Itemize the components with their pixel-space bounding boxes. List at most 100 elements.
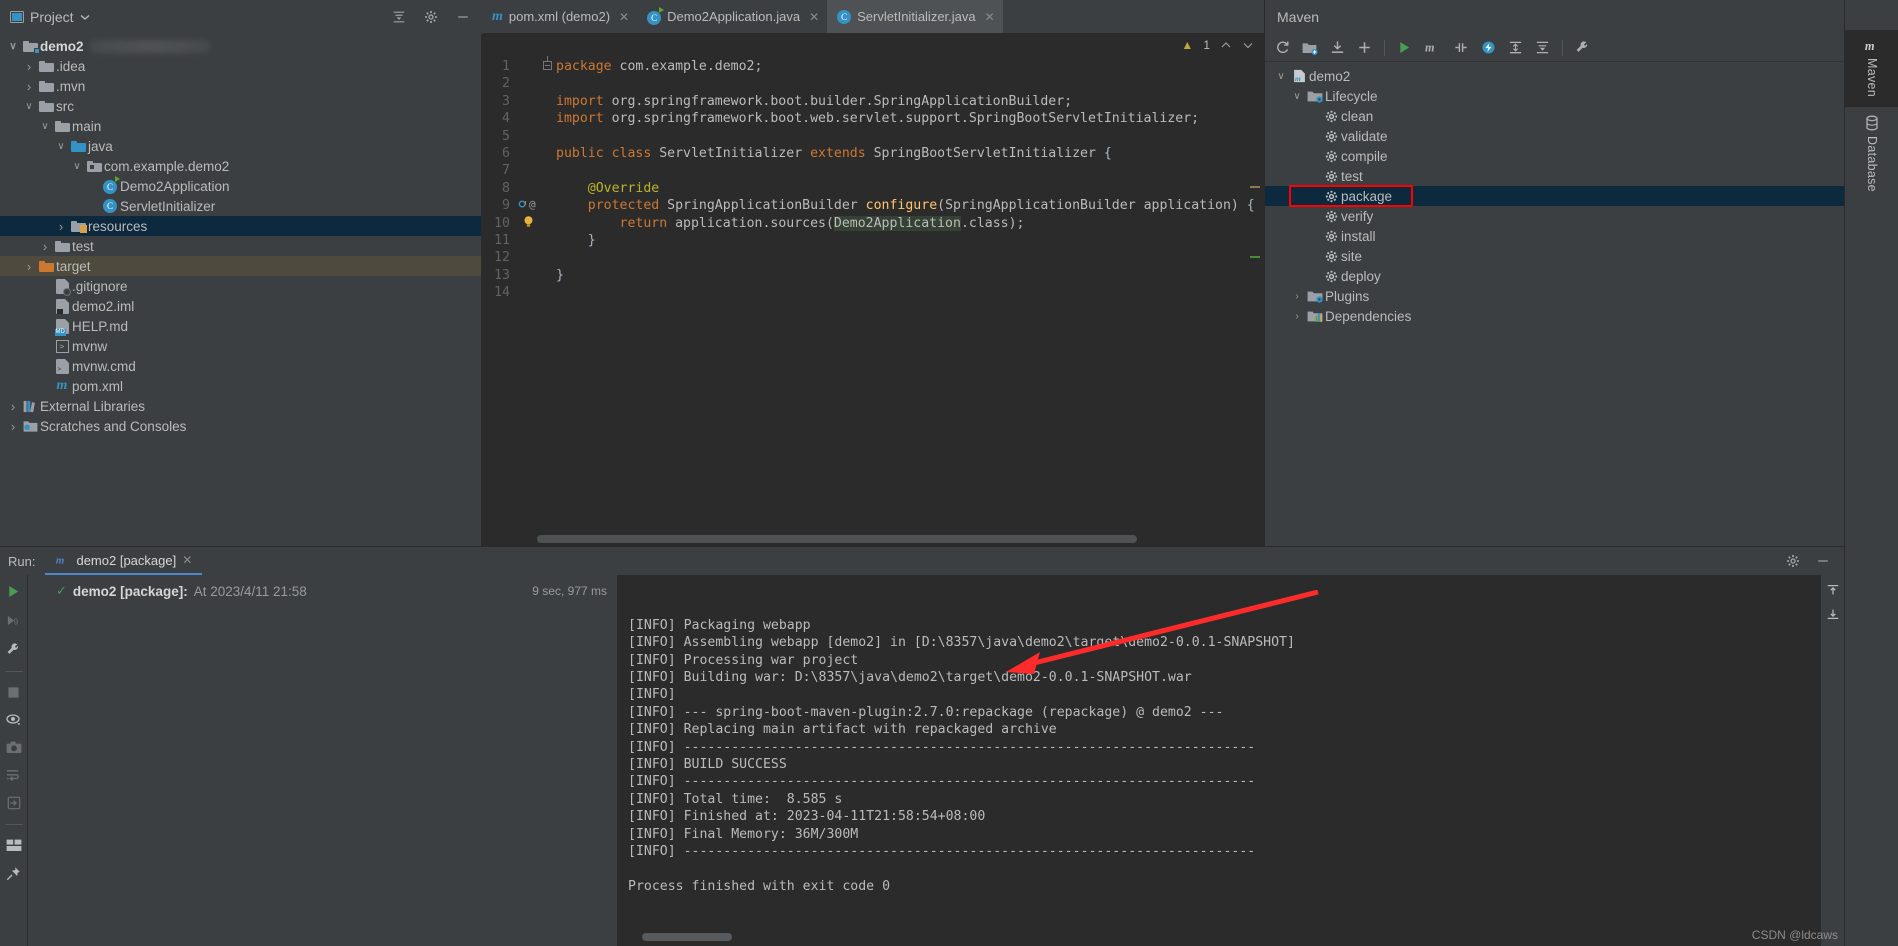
maven-tree-item-test[interactable]: test [1265, 166, 1844, 186]
maven-tree-item-validate[interactable]: validate [1265, 126, 1844, 146]
chevron-down-icon[interactable]: ∨ [1289, 91, 1305, 102]
project-tree-item--idea[interactable]: › .idea [0, 56, 481, 76]
toggle-offline-icon[interactable] [1481, 40, 1496, 55]
collapse-all-icon[interactable] [1535, 40, 1550, 55]
toggle-skip-tests-icon[interactable] [1453, 40, 1469, 55]
close-icon[interactable]: ✕ [985, 10, 995, 24]
maven-tree-item-verify[interactable]: verify [1265, 206, 1844, 226]
expand-icon[interactable] [1508, 40, 1523, 55]
maven-tree-item-dependencies[interactable]: › Dependencies [1265, 306, 1844, 326]
chevron-right-icon[interactable]: › [1289, 311, 1305, 322]
editor-tab-pom-xml-demo2-[interactable]: m pom.xml (demo2) ✕ [482, 0, 637, 33]
code-viewport[interactable]: 1 2 3 4 5 6 7 8 9 10 11 12 13 14 @ packa… [482, 56, 1264, 546]
project-tree-item-demo2application[interactable]: C Demo2Application [0, 176, 481, 196]
chevron-down-icon[interactable]: ∨ [54, 141, 68, 152]
chevron-down-icon[interactable]: ∨ [6, 41, 20, 52]
project-panel-title[interactable]: Project [30, 9, 74, 25]
maven-tree-item-clean[interactable]: clean [1265, 106, 1844, 126]
project-tree-item-main[interactable]: ∨ main [0, 116, 481, 136]
project-tree-item-mvnw[interactable]: > mvnw [0, 336, 481, 356]
run-result-row[interactable]: ✓ demo2 [package]: At 2023/4/11 21:58 9 … [28, 581, 617, 601]
run-icon[interactable] [1397, 40, 1412, 55]
project-tree-item-target[interactable]: › target [0, 256, 481, 276]
editor-tab-servletinitializer-java[interactable]: C ServletInitializer.java ✕ [827, 0, 1003, 33]
rerun-failed-icon[interactable]: 9 [6, 613, 21, 628]
console-horizontal-scrollbar[interactable] [642, 933, 732, 941]
close-icon[interactable]: ✕ [619, 10, 629, 24]
maven-toolbar[interactable]: m [1265, 34, 1844, 62]
rail-settings-icon[interactable] [1845, 0, 1898, 30]
project-tree-item-src[interactable]: ∨ src [0, 96, 481, 116]
gutter-marks[interactable]: @ [516, 58, 542, 301]
editor-tab-demo2application-java[interactable]: C Demo2Application.java ✕ [637, 0, 827, 33]
project-tree-item-java[interactable]: ∨ java [0, 136, 481, 156]
plus-icon[interactable] [1357, 40, 1372, 55]
expand-collapse-icon[interactable] [392, 10, 406, 24]
settings-wrench-icon[interactable] [1575, 40, 1590, 55]
editor-tab-bar[interactable]: m pom.xml (demo2) ✕ C Demo2Application.java ✕… [482, 0, 1264, 34]
maven-tree[interactable]: ∨ m demo2 ∨ Lifecycle clean validate compile tes… [1265, 62, 1844, 326]
chevron-right-icon[interactable]: › [6, 399, 20, 414]
rail-tab-maven[interactable]: m Maven [1845, 30, 1898, 108]
gear-icon[interactable] [424, 10, 438, 24]
project-tree-item-resources[interactable]: › resources [0, 216, 481, 236]
console-output[interactable]: [INFO] Packaging webapp [INFO] Assembling… [618, 575, 1844, 946]
camera-icon[interactable] [6, 741, 22, 754]
hide-panel-icon[interactable] [1816, 554, 1830, 568]
chevron-right-icon[interactable]: › [38, 239, 52, 254]
project-tree-item-demo2[interactable]: ∨ demo2 [0, 36, 481, 56]
pin-icon[interactable] [6, 866, 21, 881]
chevron-down-icon[interactable]: ∨ [1273, 71, 1289, 82]
chevron-down-icon[interactable]: ∨ [22, 101, 36, 112]
gear-icon[interactable] [1786, 554, 1800, 568]
maven-tree-item-site[interactable]: site [1265, 246, 1844, 266]
chevron-up-icon[interactable] [1220, 39, 1232, 51]
maven-tree-item-lifecycle[interactable]: ∨ Lifecycle [1265, 86, 1844, 106]
chevron-down-icon[interactable]: ∨ [38, 121, 52, 132]
chevron-down-icon[interactable] [80, 12, 90, 22]
up-icon[interactable] [1826, 583, 1840, 597]
chevron-right-icon[interactable]: › [22, 79, 36, 94]
chevron-down-icon[interactable]: ∨ [70, 161, 84, 172]
download-sources-icon[interactable] [1330, 40, 1345, 55]
maven-tree-item-package[interactable]: package [1265, 186, 1844, 206]
chevron-right-icon[interactable]: › [54, 219, 68, 234]
editor-horizontal-scrollbar[interactable] [537, 535, 1137, 543]
rerun-icon[interactable] [6, 584, 21, 599]
project-tree-item-external-libraries[interactable]: › External Libraries [0, 396, 481, 416]
chevron-right-icon[interactable]: › [22, 259, 36, 274]
run-tab-demo2-package[interactable]: m demo2 [package] ✕ [45, 547, 203, 575]
add-maven-project-icon[interactable] [1302, 41, 1318, 55]
code-text[interactable]: package com.example.demo2; import org.spr… [556, 58, 1264, 301]
rail-tab-database[interactable]: Database [1845, 107, 1898, 202]
project-tree-item-com-example-demo2[interactable]: ∨ com.example.demo2 [0, 156, 481, 176]
chevron-right-icon[interactable]: › [22, 59, 36, 74]
project-tree-item-help-md[interactable]: MD HELP.md [0, 316, 481, 336]
reload-icon[interactable] [1275, 40, 1290, 55]
project-tree[interactable]: ∨ demo2 › .idea › .mvn ∨ src ∨ main ∨ java ∨ com.exam… [0, 34, 481, 546]
maven-tree-item-plugins[interactable]: › Plugins [1265, 286, 1844, 306]
close-icon[interactable]: ✕ [182, 553, 192, 567]
project-tree-item-demo2-iml[interactable]: demo2.iml [0, 296, 481, 316]
hide-panel-icon[interactable] [456, 10, 470, 24]
project-tree-item-mvnw-cmd[interactable]: > mvnw.cmd [0, 356, 481, 376]
maven-tree-item-install[interactable]: install [1265, 226, 1844, 246]
project-tree-item-servletinitializer[interactable]: C ServletInitializer [0, 196, 481, 216]
maven-tree-item-deploy[interactable]: deploy [1265, 266, 1844, 286]
chevron-down-icon[interactable] [1242, 39, 1254, 51]
project-tree-item-scratches-and-consoles[interactable]: › Scratches and Consoles [0, 416, 481, 436]
project-tree-item-pom-xml[interactable]: m pom.xml [0, 376, 481, 396]
maven-m-icon[interactable]: m [1424, 40, 1441, 55]
code-folding-column[interactable] [542, 56, 556, 301]
stop-icon[interactable] [7, 686, 20, 699]
run-result-tree[interactable]: ✓ demo2 [package]: At 2023/4/11 21:58 9 … [28, 575, 618, 946]
project-tree-item--gitignore[interactable]: .gitignore [0, 276, 481, 296]
eye-filter-icon[interactable] [5, 713, 22, 727]
close-icon[interactable]: ✕ [809, 10, 819, 24]
chevron-right-icon[interactable]: › [1289, 291, 1305, 302]
project-tree-item-test[interactable]: › test [0, 236, 481, 256]
wrench-icon[interactable] [6, 642, 21, 657]
down-icon[interactable] [1826, 607, 1840, 621]
chevron-right-icon[interactable]: › [6, 419, 20, 434]
scroll-to-end-icon[interactable] [7, 796, 21, 810]
